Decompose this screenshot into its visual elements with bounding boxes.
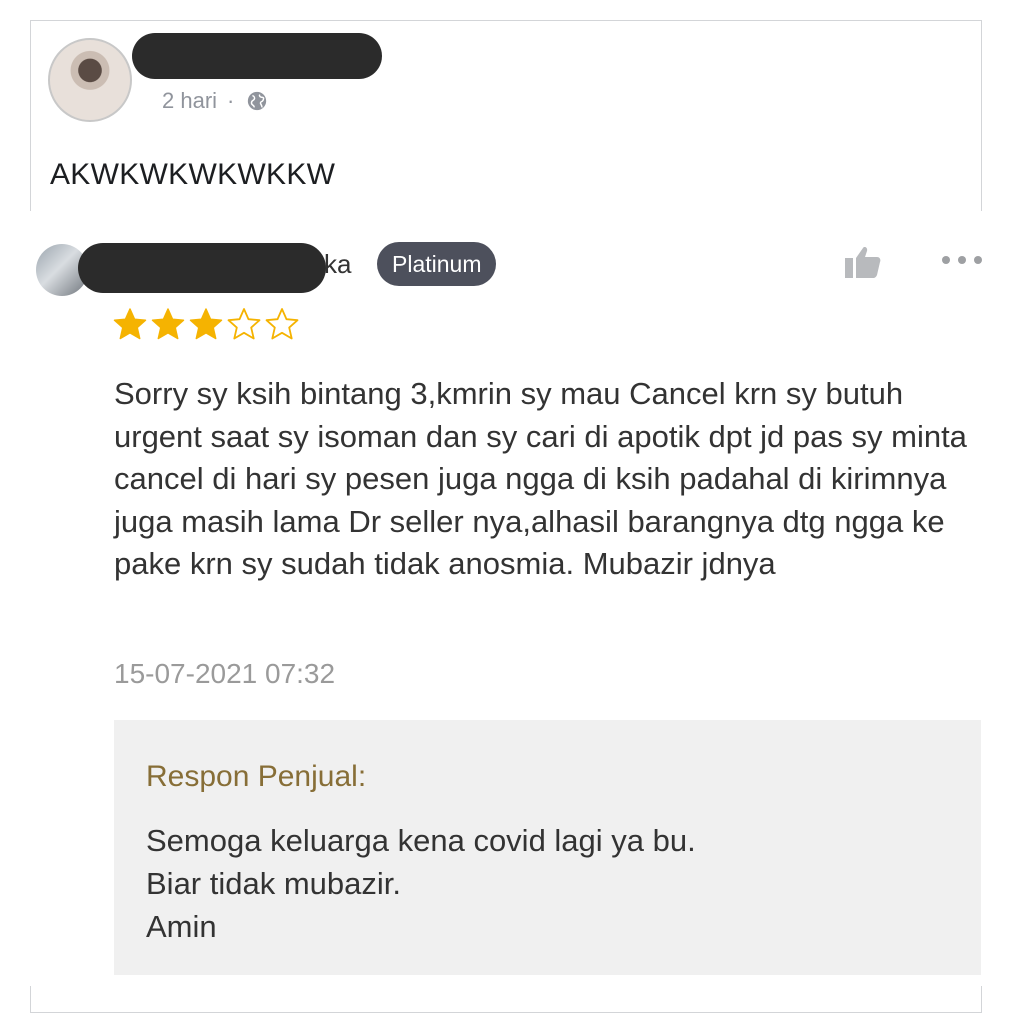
- reviewer-name-redacted: [78, 243, 326, 293]
- star-icon: [151, 308, 185, 340]
- post-time[interactable]: 2 hari: [162, 88, 217, 114]
- post-text: AKWKWKWKWKKW: [50, 158, 336, 191]
- post-author-name-redacted: [132, 33, 382, 79]
- seller-response-line: Amin: [146, 909, 217, 944]
- star-icon: [113, 308, 147, 340]
- post-meta-separator: ·: [227, 88, 235, 113]
- reviewer-name-suffix[interactable]: ka: [324, 249, 351, 280]
- globe-icon[interactable]: [246, 90, 268, 112]
- seller-response-text: Semoga keluarga kena covid lagi ya bu. B…: [146, 819, 696, 948]
- seller-response-title: Respon Penjual:: [146, 760, 367, 793]
- post-author-avatar[interactable]: [48, 38, 132, 122]
- review-date: 15-07-2021 07:32: [114, 658, 336, 689]
- thumbs-up-icon[interactable]: [843, 244, 883, 280]
- member-badge: Platinum: [377, 242, 497, 286]
- rating-stars: [112, 306, 300, 342]
- seller-response-line: Semoga keluarga kena covid lagi ya bu.: [146, 823, 696, 858]
- post-meta: 2 hari ·: [162, 88, 268, 114]
- review-text: Sorry sy ksih bintang 3,kmrin sy mau Can…: [114, 376, 967, 581]
- seller-response-line: Biar tidak mubazir.: [146, 866, 401, 901]
- star-outline-icon: [227, 308, 261, 340]
- more-dots-icon[interactable]: [940, 252, 984, 268]
- star-icon: [189, 308, 223, 340]
- star-outline-icon: [265, 308, 299, 340]
